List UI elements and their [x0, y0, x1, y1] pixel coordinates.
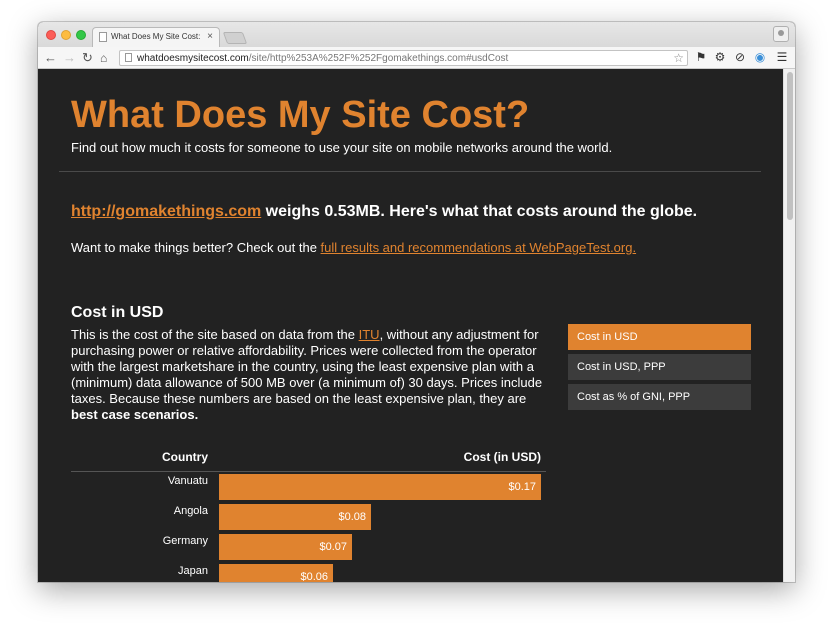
table-row-cost-bar: $0.06 [219, 564, 333, 582]
tab-cost-gni-ppp[interactable]: Cost as % of GNI, PPP [568, 384, 751, 410]
tagline: Find out how much it costs for someone t… [71, 140, 613, 155]
table-row-country: Vanuatu [167, 475, 208, 487]
bookmark-star-icon[interactable]: ☆ [673, 51, 684, 65]
url-host: whatdoesmysitecost.com [137, 53, 249, 64]
browser-toolbar: ← → ↻ ⌂ whatdoesmysitecost.com/site/http… [38, 47, 795, 69]
address-bar[interactable]: whatdoesmysitecost.com/site/http%253A%25… [119, 50, 688, 66]
table-row-cost-bar: $0.07 [219, 534, 352, 560]
improve-prefix: Want to make things better? Check out th… [71, 240, 321, 255]
extension-icon[interactable]: ⚑ [694, 50, 708, 64]
gear-icon[interactable]: ⚙ [713, 50, 727, 64]
new-tab-button[interactable] [222, 32, 248, 44]
weight-summary: http://gomakethings.com weighs 0.53MB. H… [71, 203, 697, 221]
url-path: /site/http%253A%252F%252Fgomakethings.co… [248, 53, 509, 64]
reload-icon[interactable]: ↻ [82, 50, 93, 66]
table-row-country: Japan [178, 565, 208, 577]
profile-icon[interactable] [773, 26, 789, 42]
back-icon[interactable]: ← [44, 50, 57, 66]
tab-strip: What Does My Site Cost: I × [38, 22, 795, 47]
color-wheel-icon[interactable]: ◉ [753, 50, 767, 64]
section-title: Cost in USD [71, 304, 164, 321]
tab-cost-usd-ppp[interactable]: Cost in USD, PPP [568, 354, 751, 380]
page-scrollbar[interactable] [783, 69, 795, 582]
page-icon [125, 53, 132, 62]
desc-bold: best case scenarios. [71, 407, 199, 422]
menu-icon[interactable]: ☰ [775, 50, 789, 64]
webpagetest-link[interactable]: full results and recommendations at WebP… [321, 240, 637, 255]
minimize-window-button[interactable] [61, 30, 71, 40]
tab-cost-usd[interactable]: Cost in USD [568, 324, 751, 350]
close-window-button[interactable] [46, 30, 56, 40]
forward-icon[interactable]: → [63, 50, 76, 66]
desc-text-1: This is the cost of the site based on da… [71, 327, 359, 342]
table-row-cost-bar: $0.08 [219, 504, 371, 530]
header-divider [59, 171, 761, 172]
tab-close-icon[interactable]: × [207, 31, 213, 43]
page-title: What Does My Site Cost? [71, 94, 530, 136]
scrollbar-thumb[interactable] [787, 72, 793, 220]
column-header-country: Country [162, 450, 208, 464]
browser-tab-active[interactable]: What Does My Site Cost: I × [92, 27, 220, 47]
browser-window: What Does My Site Cost: I × ← → ↻ ⌂ what… [38, 22, 795, 582]
tab-title: What Does My Site Cost: I [111, 32, 203, 41]
itu-link[interactable]: ITU [359, 327, 380, 342]
column-header-cost: Cost (in USD) [463, 450, 541, 464]
site-link[interactable]: http://gomakethings.com [71, 203, 261, 220]
block-icon[interactable]: ⊘ [733, 50, 747, 64]
home-icon[interactable]: ⌂ [100, 50, 107, 66]
weight-text: weighs 0.53MB. Here's what that costs ar… [261, 203, 698, 220]
table-header-rule [71, 471, 546, 472]
page-content: What Does My Site Cost? Find out how muc… [38, 69, 783, 582]
url-text[interactable]: whatdoesmysitecost.com/site/http%253A%25… [137, 52, 508, 65]
page-icon [99, 32, 107, 42]
table-row-country: Germany [162, 535, 208, 547]
section-description: This is the cost of the site based on da… [71, 327, 546, 423]
table-row-cost-bar: $0.17 [219, 474, 541, 500]
table-row-country: Angola [173, 505, 208, 517]
maximize-window-button[interactable] [76, 30, 86, 40]
improve-line: Want to make things better? Check out th… [71, 240, 636, 255]
